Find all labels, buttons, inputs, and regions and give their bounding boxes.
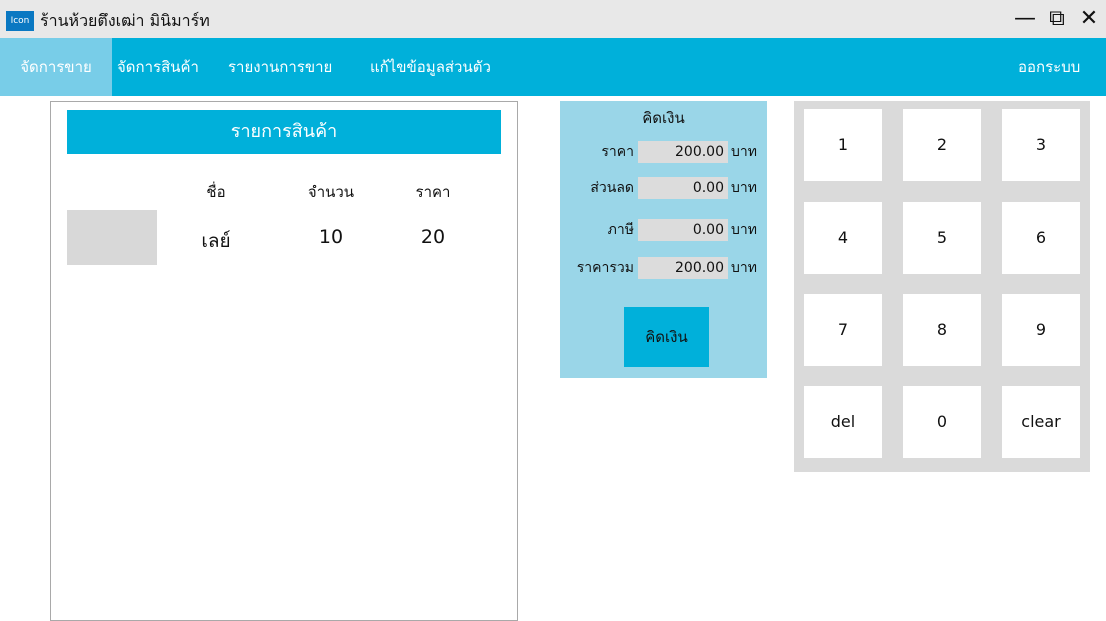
product-name: เลย์ xyxy=(201,230,231,252)
total-unit: บาท xyxy=(731,260,757,276)
discount-value: 0.00 xyxy=(638,177,728,199)
restore-button[interactable]: ⧉ xyxy=(1042,4,1072,34)
menu-item-products[interactable]: จัดการสินค้า xyxy=(117,38,199,96)
column-header-qty: จำนวน xyxy=(307,183,355,201)
price-label: ราคา xyxy=(601,144,634,160)
tax-value: 0.00 xyxy=(638,219,728,241)
key-3[interactable]: 3 xyxy=(1002,109,1080,181)
menu-item-sales-report[interactable]: รายงานการขาย xyxy=(228,38,332,96)
key-2[interactable]: 2 xyxy=(903,109,981,181)
product-image xyxy=(67,210,157,265)
tax-unit: บาท xyxy=(731,222,757,238)
total-label: ราคารวม xyxy=(576,260,634,276)
window-title: ร้านห้วยตึงเฒ่า มินิมาร์ท xyxy=(40,11,210,30)
price-unit: บาท xyxy=(731,144,757,160)
checkout-button[interactable]: คิดเงิน xyxy=(624,307,709,367)
logout-button[interactable]: ออกระบบ xyxy=(1018,38,1080,96)
tax-label: ภาษี xyxy=(607,222,634,238)
key-6[interactable]: 6 xyxy=(1002,202,1080,274)
key-clear[interactable]: clear xyxy=(1002,386,1080,458)
key-7[interactable]: 7 xyxy=(804,294,882,366)
key-5[interactable]: 5 xyxy=(903,202,981,274)
total-value: 200.00 xyxy=(638,257,728,279)
menu-item-sales[interactable]: จัดการขาย xyxy=(0,38,112,96)
minimize-button[interactable]: — xyxy=(1010,4,1040,34)
discount-unit: บาท xyxy=(731,180,757,196)
checkout-title: คิดเงิน xyxy=(642,109,685,127)
key-0[interactable]: 0 xyxy=(903,386,981,458)
title-bar: Icon ร้านห้วยตึงเฒ่า มินิมาร์ท — ⧉ ✕ xyxy=(0,0,1106,38)
menu-item-edit-profile[interactable]: แก้ไขข้อมูลส่วนตัว xyxy=(370,38,491,96)
product-list-panel: รายการสินค้า ชื่อ จำนวน ราคา เลย์ 10 20 xyxy=(50,101,518,621)
app-icon: Icon xyxy=(6,11,34,31)
key-8[interactable]: 8 xyxy=(903,294,981,366)
product-list-header: รายการสินค้า xyxy=(67,110,501,154)
close-button[interactable]: ✕ xyxy=(1074,4,1104,34)
product-qty: 10 xyxy=(318,226,344,248)
keypad: 1 2 3 4 5 6 7 8 9 del 0 clear xyxy=(794,101,1090,472)
key-del[interactable]: del xyxy=(804,386,882,458)
key-9[interactable]: 9 xyxy=(1002,294,1080,366)
column-header-name: ชื่อ xyxy=(206,183,226,201)
price-value: 200.00 xyxy=(638,141,728,163)
column-header-price: ราคา xyxy=(415,183,451,201)
discount-label: ส่วนลด xyxy=(590,180,634,196)
checkout-panel: คิดเงิน ราคา 200.00 บาท ส่วนลด 0.00 บาท … xyxy=(560,101,767,378)
key-4[interactable]: 4 xyxy=(804,202,882,274)
menu-bar: จัดการขาย จัดการสินค้า รายงานการขาย แก้ไ… xyxy=(0,38,1106,96)
key-1[interactable]: 1 xyxy=(804,109,882,181)
product-price: 20 xyxy=(420,226,446,248)
